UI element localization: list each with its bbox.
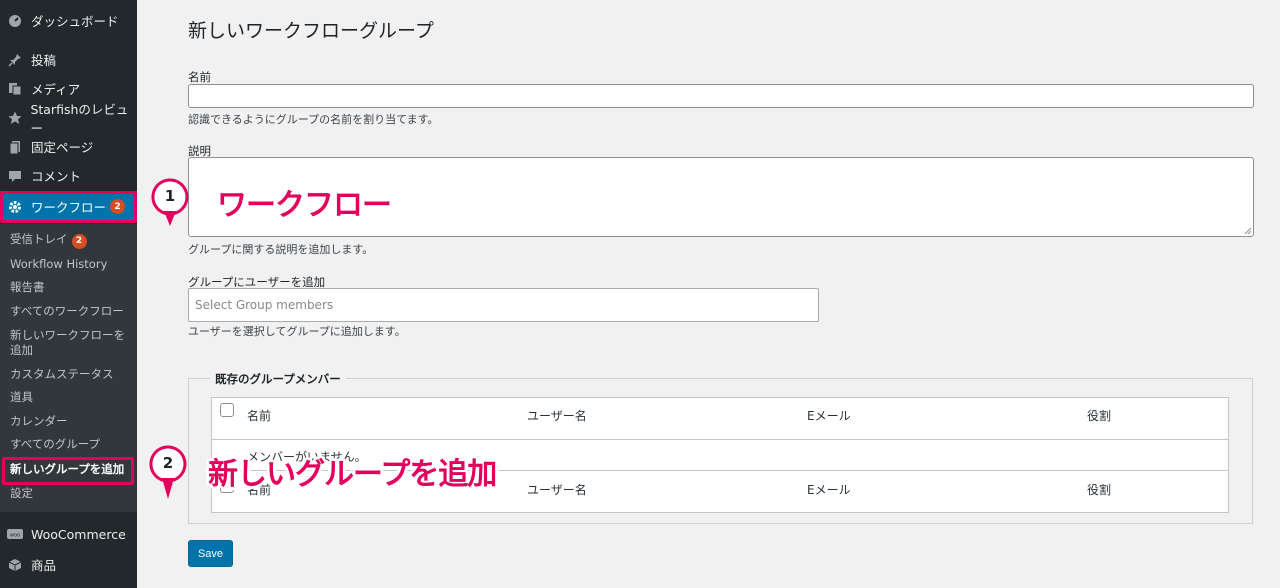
- menu-label: ダッシュボード: [31, 14, 119, 29]
- existing-members-legend: 既存のグループメンバー: [210, 371, 346, 387]
- name-description: 認識できるようにグループの名前を割り当てます。: [188, 113, 439, 126]
- save-button[interactable]: Save: [188, 540, 233, 567]
- menu-item-posts[interactable]: 投稿: [0, 45, 137, 74]
- menu-label: 固定ページ: [31, 140, 94, 155]
- description-help: グループに関する説明を追加します。: [188, 243, 374, 256]
- menu-label: WooCommerce: [31, 527, 126, 542]
- dashboard-icon: [7, 13, 23, 29]
- notification-badge: 2: [71, 234, 87, 249]
- column-header-name[interactable]: 名前: [247, 407, 271, 424]
- submenu-item-history[interactable]: Workflow History: [10, 257, 135, 272]
- step-1-callout: ワークフロー: [217, 188, 392, 223]
- step-2-number: 2: [162, 454, 174, 472]
- menu-item-reviews[interactable]: Starfishのレビュー: [0, 102, 137, 136]
- step-2-marker: 2: [149, 445, 187, 499]
- submenu-label: 受信トレイ: [10, 232, 68, 246]
- submenu-item-tools[interactable]: 道具: [10, 390, 135, 405]
- resize-handle-icon: [1244, 227, 1252, 235]
- woo-icon: woo: [7, 527, 23, 543]
- page-title: 新しいワークフローグループ: [188, 20, 434, 42]
- menu-label: 商品: [31, 558, 57, 573]
- submenu-item-reports[interactable]: 報告書: [10, 280, 135, 295]
- submenu-item-inbox[interactable]: 受信トレイ 2: [10, 232, 135, 249]
- column-header-email[interactable]: Eメール: [807, 407, 851, 424]
- select-all-checkbox[interactable]: [220, 403, 234, 417]
- table-header-row: 名前 ユーザー名 Eメール 役割: [212, 398, 1228, 440]
- name-input[interactable]: [188, 84, 1254, 108]
- submenu-item-custom-status[interactable]: カスタムステータス: [10, 367, 135, 382]
- media-icon: [7, 81, 23, 97]
- star-icon: [7, 110, 22, 126]
- column-footer-email[interactable]: Eメール: [807, 481, 851, 498]
- highlight-box-add-group: [2, 457, 134, 485]
- menu-label: Starfishのレビュー: [30, 101, 129, 136]
- submenu-item-settings[interactable]: 設定: [10, 486, 135, 501]
- main-content: 新しいワークフローグループ 名前 認識できるようにグループの名前を割り当てます。…: [137, 0, 1280, 588]
- members-help: ユーザーを選択してグループに追加します。: [188, 325, 406, 338]
- svg-text:woo: woo: [10, 532, 20, 538]
- admin-sidebar: ダッシュボード 投稿 メディア Starfishのレビュー 固定ページ コメント: [0, 0, 137, 588]
- pin-icon: [7, 52, 23, 68]
- name-label: 名前: [188, 70, 211, 84]
- submenu-item-all-groups[interactable]: すべてのグループ: [10, 437, 135, 452]
- menu-item-comments[interactable]: コメント: [0, 161, 137, 190]
- step-1-number: 1: [164, 187, 176, 205]
- menu-item-dashboard[interactable]: ダッシュボード: [0, 6, 137, 35]
- column-footer-username[interactable]: ユーザー名: [527, 481, 587, 498]
- column-header-role[interactable]: 役割: [1087, 407, 1111, 424]
- step-2-callout: 新しいグループを追加: [208, 457, 497, 492]
- highlight-box-workflow: [0, 191, 137, 223]
- step-1-marker: 1: [151, 178, 189, 226]
- column-header-username[interactable]: ユーザー名: [527, 407, 587, 424]
- group-members-select[interactable]: Select Group members: [188, 288, 819, 322]
- submenu-item-calendar[interactable]: カレンダー: [10, 414, 135, 429]
- menu-item-products[interactable]: 商品: [0, 550, 137, 579]
- menu-label: 投稿: [31, 53, 57, 68]
- column-footer-role[interactable]: 役割: [1087, 481, 1111, 498]
- page-icon: [7, 139, 23, 155]
- submenu-item-add-workflow[interactable]: 新しいワークフローを追加: [10, 328, 128, 358]
- menu-label: コメント: [31, 169, 82, 184]
- submenu-item-all-workflows[interactable]: すべてのワークフロー: [10, 304, 135, 319]
- menu-item-woocommerce[interactable]: woo WooCommerce: [0, 520, 137, 549]
- menu-item-pages[interactable]: 固定ページ: [0, 132, 137, 161]
- product-icon: [7, 557, 23, 573]
- menu-label: メディア: [31, 82, 81, 97]
- comment-icon: [7, 168, 23, 184]
